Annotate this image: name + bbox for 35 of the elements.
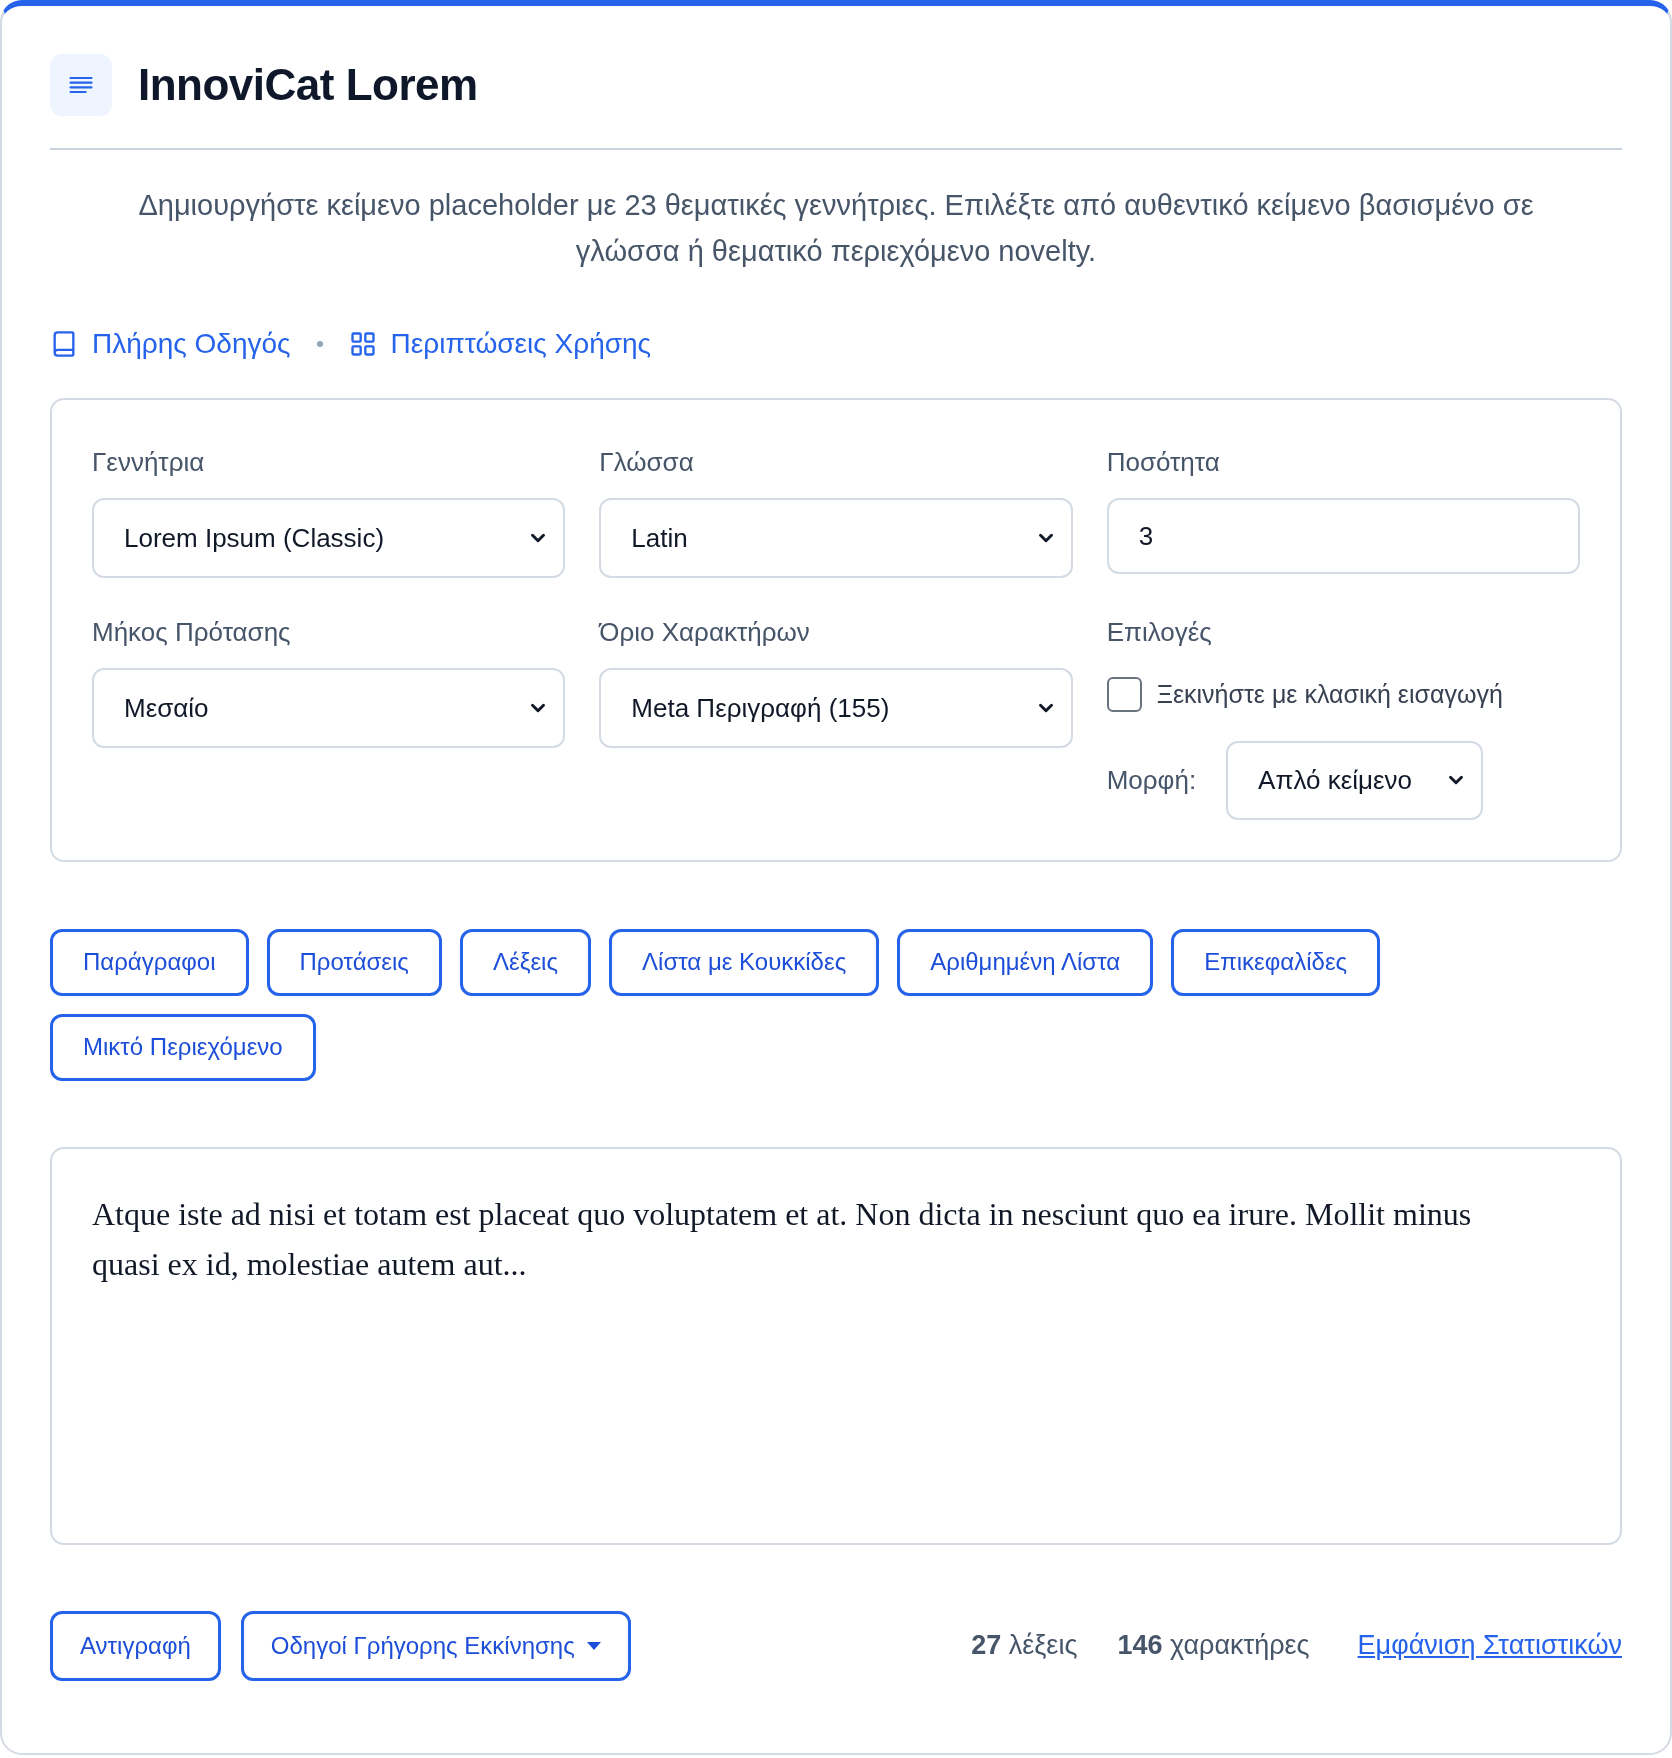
field-label: Γεννήτρια: [92, 446, 206, 478]
count-text: 146 χαρακτήρες: [1117, 1629, 1310, 1663]
field-label: Επιλογές: [1106, 616, 1213, 648]
content-type-button[interactable]: Αριθμημένη Λίστα: [897, 928, 1154, 996]
count-text: 27 λέξεις: [971, 1629, 1078, 1663]
app-title: InnoviCat Lorem: [138, 63, 478, 107]
checkbox-label: Ξεκινήστε με κλασική εισαγωγή: [1156, 679, 1503, 710]
content-type-button[interactable]: Επικεφαλίδες: [1171, 928, 1381, 996]
grid-icon: [348, 330, 377, 358]
field-label: Μήκος Πρότασης: [92, 616, 292, 648]
content-type-button[interactable]: Λίστα με Κουκκίδες: [609, 928, 880, 996]
description-text: Δημιουργήστε κείμενο placeholder με 23 θεματικές γεννήτριες. Επιλέξτε από αυθεντικό κείμενο βασισμένο σε γλώσσα ή θεματικό περιεχόμενο novelty.: [137, 188, 1535, 269]
checkbox[interactable]: [1106, 677, 1142, 713]
select-field[interactable]: Lorem Ipsum (Classic): [92, 498, 566, 578]
select-field[interactable]: Meta Περιγραφή (155): [599, 668, 1073, 748]
content-type-button[interactable]: Παράγραφοι: [50, 928, 249, 996]
select-field[interactable]: Μεσαίο: [92, 668, 566, 748]
caret-icon: [586, 1641, 601, 1650]
number-field[interactable]: 3: [1106, 498, 1580, 574]
format-label: Μορφή:: [1106, 763, 1197, 797]
content-type-button[interactable]: Μικτό Περιεχόμενο: [50, 1013, 316, 1081]
guide-link[interactable]: Περιπτώσεις Χρήσης: [348, 323, 652, 365]
format-select[interactable]: Απλό κείμενο: [1226, 740, 1484, 820]
statistics-link[interactable]: Εμφάνιση Στατιστικών: [1357, 1625, 1622, 1666]
dropdown-button[interactable]: Οδηγοί Γρήγορης Εκκίνησης: [240, 1610, 631, 1681]
guide-link[interactable]: Πλήρης Οδηγός: [50, 323, 291, 365]
field-label: Ποσότητα: [1106, 446, 1221, 478]
output-text: Atque iste ad nisi et totam est placeat quo voluptatem et at. Non dicta in nesciunt quo ea irure. Mollit minus quasi ex id, molestiae autem aut...: [92, 1194, 1473, 1284]
text-lines-icon: [50, 54, 112, 116]
content-type-button[interactable]: Προτάσεις: [266, 928, 442, 996]
field-label: Όριο Χαρακτήρων: [599, 616, 811, 648]
select-field[interactable]: Latin: [599, 498, 1073, 578]
content-type-button[interactable]: Λέξεις: [459, 928, 591, 996]
field-label: Γλώσσα: [599, 446, 695, 478]
action-button[interactable]: Αντιγραφή: [50, 1610, 221, 1681]
